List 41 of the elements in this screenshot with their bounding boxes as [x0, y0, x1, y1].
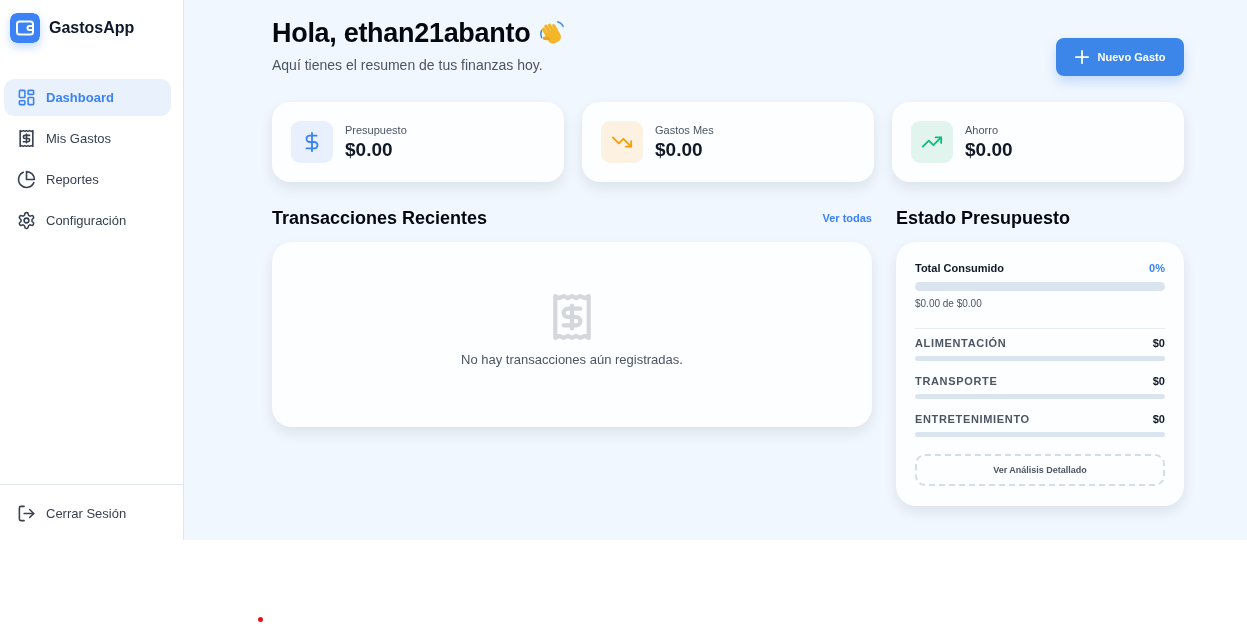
- nav-item[interactable]: Mis Gastos: [4, 120, 171, 157]
- details-button[interactable]: Ver Análisis Detallado: [915, 454, 1165, 486]
- dashboard-icon: [17, 88, 36, 107]
- percent-value: 0%: [1149, 261, 1165, 275]
- budget-summary: $0.00 de $0.00: [915, 298, 982, 310]
- receipt-icon: [553, 294, 591, 340]
- nav-item[interactable]: Configuración: [4, 202, 171, 239]
- nav-item[interactable]: Reportes: [4, 161, 171, 198]
- category-amount: $0: [1152, 412, 1165, 426]
- view-all-link[interactable]: Ver todas: [822, 212, 872, 224]
- stat-value: $0.00: [965, 138, 1013, 161]
- empty-message: No hay transacciones aún registradas.: [461, 352, 683, 367]
- subtitle: Aquí tienes el resumen de tus finanzas hoy.: [272, 56, 544, 74]
- stat-label: Gastos Mes: [655, 123, 714, 136]
- trend-up-icon: [911, 121, 953, 163]
- dollar-icon: [291, 121, 333, 163]
- dot-icon: [258, 617, 263, 622]
- app-name: GastosApp: [49, 19, 135, 37]
- stat-label: Presupuesto: [345, 123, 407, 136]
- category-amount: $0: [1152, 336, 1165, 350]
- stat-value: $0.00: [345, 138, 394, 161]
- plus-icon: [1074, 50, 1089, 64]
- wallet-icon: [10, 13, 40, 43]
- total-label: Total Consumido: [915, 261, 1004, 275]
- receipt-icon: [17, 129, 36, 148]
- new-expense-button[interactable]: Nuevo Gasto: [1056, 38, 1184, 76]
- logout-icon: [17, 504, 36, 523]
- waving-hand-icon: [538, 19, 567, 47]
- stat-value: $0.00: [655, 138, 704, 161]
- trend-down-icon: [601, 121, 643, 163]
- category-name: TRANSPORTE: [915, 374, 998, 388]
- section-title: Transacciones Recientes: [272, 207, 488, 229]
- greeting-title: Hola, ethan21abanto: [272, 17, 531, 50]
- category-amount: $0: [1152, 374, 1165, 388]
- settings-icon: [17, 211, 36, 230]
- logout-button[interactable]: Cerrar Sesión: [17, 504, 127, 523]
- pie-chart-icon: [17, 170, 36, 189]
- section-title: Estado Presupuesto: [896, 207, 1071, 229]
- category-name: ENTRETENIMIENTO: [915, 412, 1030, 426]
- category-name: ALIMENTACIÓN: [915, 336, 1007, 350]
- stat-label: Ahorro: [965, 123, 1000, 136]
